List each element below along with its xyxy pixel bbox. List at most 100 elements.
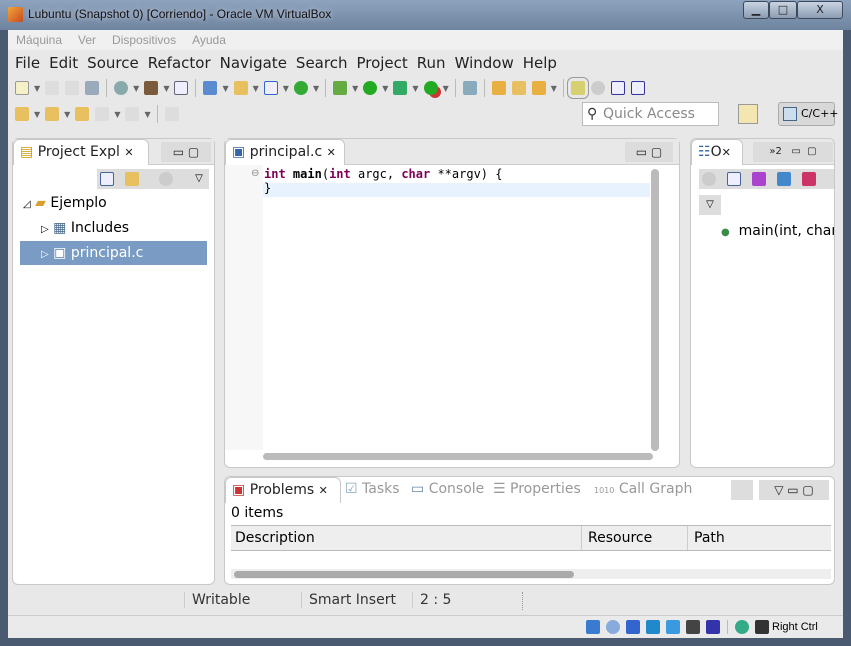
print-icon[interactable] xyxy=(85,81,100,95)
tab-outline[interactable]: ☷O✕ xyxy=(691,139,743,165)
tab-call-graph[interactable]: 1010 Call Graph xyxy=(594,481,692,497)
tab-project-explorer[interactable]: ▤ Project Expl ✕ xyxy=(13,139,149,165)
column-resource[interactable]: Resource xyxy=(581,526,652,550)
hammer-build-icon[interactable] xyxy=(144,81,159,95)
collapse-all-icon[interactable] xyxy=(727,172,742,186)
last-edit-icon[interactable] xyxy=(75,107,90,121)
next-annotation-icon[interactable] xyxy=(15,107,29,121)
video-capture-icon[interactable] xyxy=(686,620,700,634)
tab-console[interactable]: ▭ Console xyxy=(411,481,484,497)
view-menu-icon[interactable]: ▽ xyxy=(699,195,721,215)
hide-static-icon[interactable] xyxy=(802,172,817,186)
open-type-icon[interactable] xyxy=(491,81,506,95)
view-menu-icon[interactable]: ▽ xyxy=(189,169,209,189)
forward-icon[interactable] xyxy=(125,107,140,121)
tree-item-principal-c[interactable]: ▷ ▣ principal.c xyxy=(20,241,207,265)
close-tab-icon[interactable]: ✕ xyxy=(722,146,731,159)
sort-az-icon[interactable] xyxy=(752,172,767,186)
external-tools-icon[interactable] xyxy=(423,81,438,95)
optical-drive-icon[interactable] xyxy=(606,620,620,634)
vertical-scrollbar[interactable] xyxy=(651,169,659,451)
tab-properties[interactable]: ☰ Properties xyxy=(493,481,581,497)
quick-access-input[interactable]: ⚲ Quick Access xyxy=(582,102,719,126)
save-icon[interactable] xyxy=(45,81,60,95)
run-icon[interactable] xyxy=(363,81,378,95)
skip-breakpoints-icon[interactable] xyxy=(462,81,477,95)
open-element-icon[interactable] xyxy=(511,81,526,95)
close-button[interactable]: X xyxy=(797,1,843,19)
usb-icon[interactable] xyxy=(626,620,640,634)
collapsed-arrow-icon[interactable]: ▷ xyxy=(41,249,49,260)
tree-item-ejemplo[interactable]: ◿ ▰ Ejemplo xyxy=(23,191,107,215)
menu-dispositivos[interactable]: Dispositivos xyxy=(112,33,176,47)
debug-icon[interactable] xyxy=(333,81,348,95)
network-icon[interactable] xyxy=(646,620,660,634)
previous-annotation-icon[interactable] xyxy=(45,107,60,121)
menu-project[interactable]: Project xyxy=(356,54,407,72)
binary-icon[interactable] xyxy=(174,81,189,95)
menu-ver[interactable]: Ver xyxy=(78,33,96,47)
block-selection-icon[interactable] xyxy=(610,81,625,95)
open-perspective-icon[interactable] xyxy=(738,104,758,124)
build-target-icon[interactable] xyxy=(114,81,129,95)
expanded-arrow-icon[interactable]: ◿ xyxy=(23,199,31,210)
tree-item-includes[interactable]: ▷ ▦ Includes xyxy=(41,216,129,240)
problems-view-controls[interactable]: ▽ ▭ ▢ xyxy=(759,480,829,500)
link-editor-icon[interactable] xyxy=(125,172,140,186)
close-tab-icon[interactable]: ✕ xyxy=(319,484,328,497)
show-whitespace-icon[interactable] xyxy=(630,81,645,95)
maximize-button[interactable]: □ xyxy=(769,1,797,19)
menu-window[interactable]: Window xyxy=(455,54,514,72)
new-class-icon[interactable] xyxy=(293,81,308,95)
close-tab-icon[interactable]: ✕ xyxy=(124,146,133,159)
new-icon[interactable] xyxy=(15,81,29,95)
menu-source[interactable]: Source xyxy=(87,54,139,72)
menu-run[interactable]: Run xyxy=(417,54,446,72)
fold-icon[interactable]: ⊖ xyxy=(251,168,259,179)
mouse-integration-icon[interactable] xyxy=(735,620,749,634)
menu-ayuda[interactable]: Ayuda xyxy=(192,33,226,47)
code-text[interactable]: int main(int argc, char **argv) {} xyxy=(264,167,502,195)
overflow-tabs[interactable]: »2 xyxy=(769,146,781,157)
menu-refactor[interactable]: Refactor xyxy=(148,54,211,72)
tab-problems[interactable]: ▣ Problems ✕ xyxy=(225,477,341,503)
audio-icon[interactable] xyxy=(586,620,600,634)
pin-editor-icon[interactable] xyxy=(164,107,179,121)
outline-minmax[interactable]: »2 ▭ ▢ xyxy=(753,142,833,162)
menu-maquina[interactable]: Máquina xyxy=(16,33,62,47)
menu-help[interactable]: Help xyxy=(523,54,557,72)
minimize-button[interactable]: ▁ xyxy=(743,1,769,19)
column-description[interactable]: Description xyxy=(235,526,315,550)
collapsed-arrow-icon[interactable]: ▷ xyxy=(41,224,49,235)
new-folder-icon[interactable] xyxy=(233,81,248,95)
host-key-icon[interactable] xyxy=(755,620,769,634)
hide-fields-icon[interactable] xyxy=(777,172,792,186)
toggle-icon[interactable] xyxy=(590,81,605,95)
menu-edit[interactable]: Edit xyxy=(49,54,78,72)
save-all-icon[interactable] xyxy=(65,81,80,95)
new-c-project-icon[interactable] xyxy=(203,81,218,95)
horizontal-scrollbar[interactable] xyxy=(263,453,653,460)
cpu-icon[interactable] xyxy=(706,620,720,634)
back-icon[interactable] xyxy=(95,107,110,121)
tab-tasks[interactable]: ☑ Tasks xyxy=(345,481,400,497)
perspective-c-cpp[interactable]: C/C++ xyxy=(778,102,839,126)
view-minmax[interactable]: ▭ ▢ xyxy=(161,142,211,162)
tab-principal-c[interactable]: ▣ principal.c ✕ xyxy=(225,139,345,165)
column-path[interactable]: Path xyxy=(687,526,725,550)
focus-icon[interactable] xyxy=(702,172,716,186)
outline-item-main[interactable]: ● main(int, char xyxy=(721,219,834,243)
profile-icon[interactable] xyxy=(393,81,408,95)
close-tab-icon[interactable]: ✕ xyxy=(327,146,336,159)
new-c-file-icon[interactable] xyxy=(263,81,278,95)
search-tool-icon[interactable] xyxy=(531,81,546,95)
horizontal-scrollbar[interactable] xyxy=(234,571,574,578)
mark-occurrences-icon[interactable] xyxy=(566,77,589,99)
menu-search[interactable]: Search xyxy=(296,54,348,72)
menu-file[interactable]: File xyxy=(15,54,40,72)
menu-navigate[interactable]: Navigate xyxy=(220,54,287,72)
shared-folders-icon[interactable] xyxy=(666,620,680,634)
filter-icon[interactable] xyxy=(731,480,753,500)
window-title-bar[interactable]: Lubuntu (Snapshot 0) [Corriendo] - Oracl… xyxy=(0,0,851,30)
editor-minmax[interactable]: ▭ ▢ xyxy=(625,142,673,162)
